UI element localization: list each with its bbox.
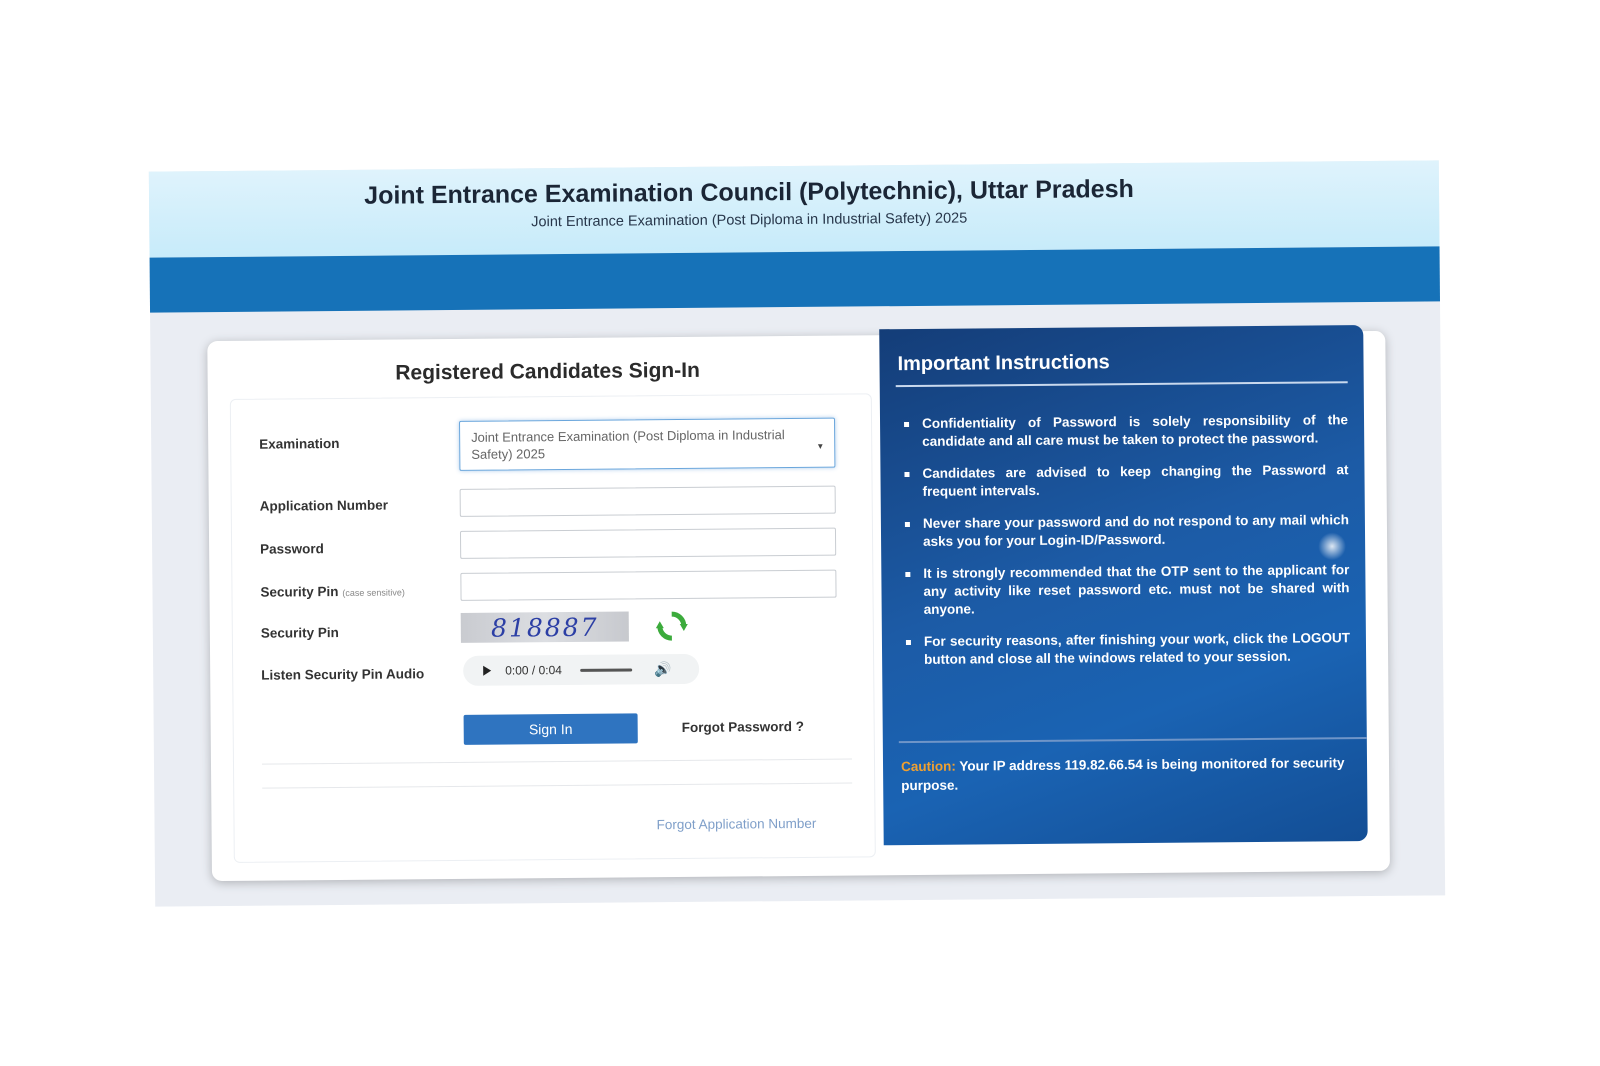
case-sensitive-note: (case sensitive): [342, 587, 405, 598]
security-pin-input-label: Security Pin (case sensitive): [260, 583, 405, 600]
captcha-image: 818887: [460, 611, 629, 643]
instruction-item: For security reasons, after finishing yo…: [902, 629, 1350, 669]
instruction-item: It is strongly recommended that the OTP …: [901, 561, 1349, 619]
refresh-icon[interactable]: [655, 609, 689, 643]
volume-icon[interactable]: 🔊: [654, 661, 672, 678]
instructions-panel: Important Instructions Confidentiality o…: [879, 325, 1368, 846]
security-pin-input[interactable]: [460, 569, 837, 601]
site-title: Joint Entrance Examination Council (Poly…: [364, 175, 1134, 210]
instructions-title: Important Instructions: [897, 351, 1110, 376]
application-number-input[interactable]: [459, 485, 836, 517]
site-header: Joint Entrance Examination Council (Poly…: [148, 160, 1440, 258]
password-input[interactable]: [459, 527, 837, 559]
password-label: Password: [260, 541, 324, 557]
examination-label: Examination: [259, 435, 340, 452]
instructions-list: Confidentiality of Password is solely re…: [900, 411, 1350, 683]
form-divider: [261, 758, 852, 765]
forgot-password-link[interactable]: Forgot Password ?: [682, 719, 804, 735]
play-icon[interactable]: [483, 665, 492, 676]
caution-divider: [898, 737, 1367, 744]
security-pin-input-label-text: Security Pin: [260, 584, 339, 600]
instructions-divider: [895, 381, 1348, 388]
signin-form: Examination Joint Entrance Examination (…: [229, 393, 876, 863]
caution-text: Your IP address 119.82.66.54 is being mo…: [901, 755, 1345, 794]
examination-select[interactable]: Joint Entrance Examination (Post Diploma…: [459, 417, 836, 471]
signin-card: Registered Candidates Sign-In Examinatio…: [207, 325, 1390, 882]
signin-button[interactable]: Sign In: [463, 713, 638, 745]
audio-time: 0:00 / 0:04: [505, 663, 562, 678]
chevron-down-icon[interactable]: ▼: [816, 438, 824, 455]
nav-bar: [149, 246, 1440, 313]
audio-progress-slider[interactable]: [579, 667, 632, 672]
security-pin-label: Security Pin: [260, 625, 339, 641]
instruction-item: Confidentiality of Password is solely re…: [900, 411, 1348, 451]
application-number-label: Application Number: [259, 497, 389, 514]
examination-select-value: Joint Entrance Examination (Post Diploma…: [471, 427, 785, 462]
audio-label: Listen Security Pin Audio: [261, 666, 425, 683]
instruction-item: Never share your password and do not res…: [901, 511, 1349, 551]
forgot-application-number-link[interactable]: Forgot Application Number: [656, 816, 816, 832]
instruction-item: Candidates are advised to keep changing …: [900, 461, 1348, 501]
caution-note: Caution: Your IP address 119.82.66.54 is…: [901, 753, 1353, 795]
signin-title: Registered Candidates Sign-In: [395, 358, 700, 385]
caution-label: Caution:: [900, 758, 956, 775]
page-frame: Joint Entrance Examination Council (Poly…: [148, 160, 1446, 907]
audio-player: 0:00 / 0:04 🔊: [463, 653, 700, 686]
form-divider: [262, 782, 853, 789]
